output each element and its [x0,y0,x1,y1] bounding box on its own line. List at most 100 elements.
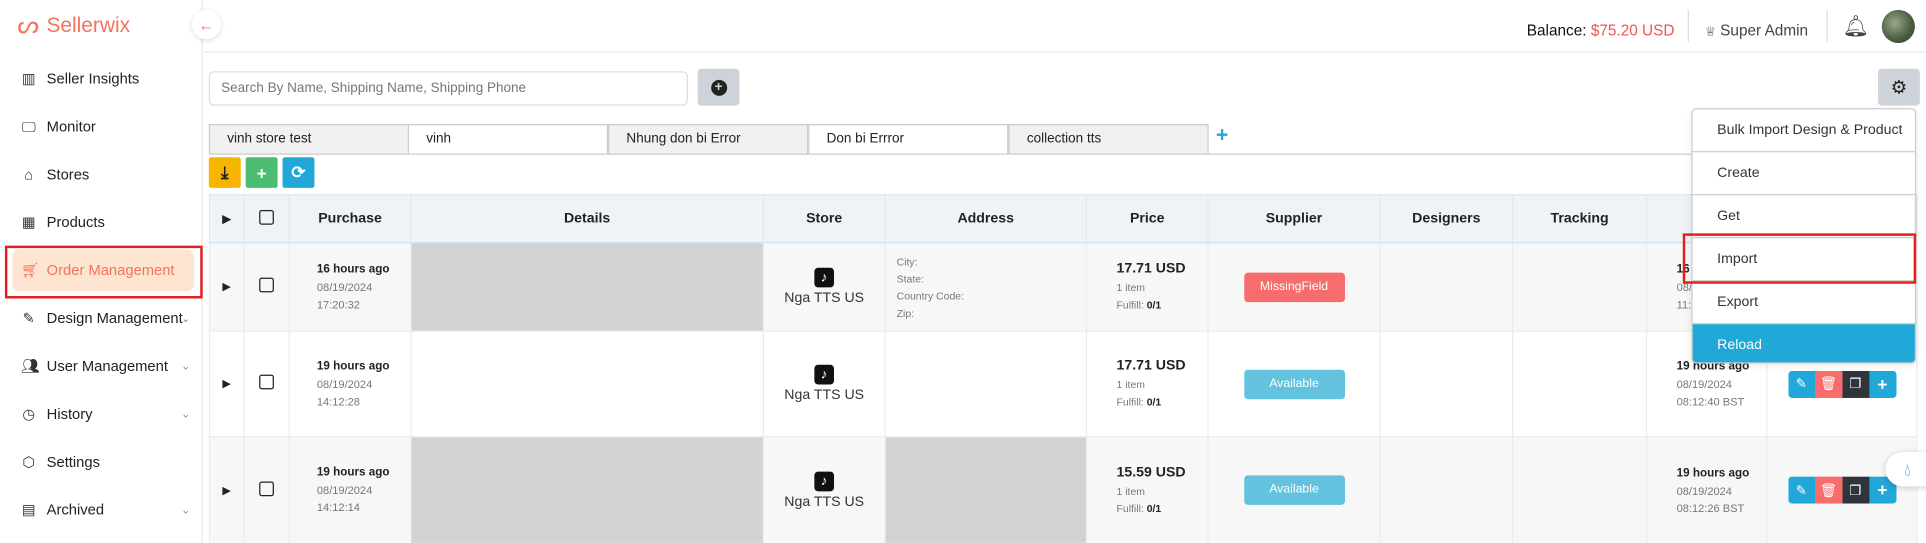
caret-right-icon: ▶ [222,483,231,496]
users-icon: 👥︎ [20,357,40,375]
role-menu[interactable]: ♕ Super Admin [1705,22,1808,39]
add-tab-button[interactable]: + [1216,123,1228,148]
column-header: Address [884,194,1088,244]
designers-cell [1379,330,1514,438]
column-header: Store [762,194,886,244]
price-cell: 15.59 USD 1 item Fulfill: 0/1 [1085,436,1209,543]
tab-0[interactable]: vinh store test [208,124,410,154]
address-cell [884,330,1088,438]
row-checkbox[interactable] [243,330,290,438]
caret-right-icon: ▶ [222,280,231,293]
details-cell [410,436,765,543]
plus-circle-icon: + [710,79,727,96]
column-header: Details [410,194,765,244]
grid-icon: ▦ [21,213,36,231]
droplet-icon: 💧︎ [1904,458,1911,479]
settings-icon: ⬡ [22,453,36,471]
bar-chart-icon: ▥ [21,70,36,88]
column-header: Supplier [1207,194,1381,244]
add-order-button[interactable]: + [245,157,278,188]
stores-icon: ⌂ [24,165,34,184]
sidebar-item-design-management[interactable]: ✎ Design Management ⌄ [0,297,203,339]
duplicate-button[interactable]: ❐ [1841,476,1869,504]
details-cell [410,330,765,438]
created-cell: 19 hours ago 08/19/2024 08:12:26 BST [1645,436,1768,543]
duplicate-button[interactable]: ❐ [1841,370,1869,398]
details-cell [410,241,765,332]
expand-row-button[interactable]: ▶ [208,436,245,543]
divider [1687,9,1689,42]
expand-row-button[interactable]: ▶ [208,330,245,438]
edit-button[interactable]: ✎ [1787,370,1815,398]
supplier-cell: Available [1207,330,1381,438]
menu-item-bulk[interactable]: Bulk Import Design & Product [1692,109,1915,153]
droplet-float-button[interactable]: 💧︎ [1885,452,1926,487]
designers-cell [1379,241,1514,332]
gear-icon: ⚙ [1890,77,1908,99]
sidebar-item-order-management[interactable]: 🛒︎ Order Management [12,249,195,292]
sidebar-item-user-management[interactable]: 👥︎ User Management ⌄ [0,345,203,387]
tab-3[interactable]: Don bi Errror [808,124,1009,154]
table-row: ▶ 19 hours ago 08/19/2024 14:12:28 ♪ Nga TT… [208,330,1918,438]
sidebar-item-products[interactable]: ▦ Products [0,201,203,243]
menu-item-import[interactable]: Import [1692,238,1915,282]
gear-button[interactable]: ⚙ [1878,68,1920,106]
download-icon: ⤓ [220,162,229,182]
column-header: Tracking [1512,194,1648,244]
expand-all[interactable]: ▶ [208,194,245,244]
store-cell: ♪ Nga TTS US [762,241,886,332]
supplier-cell: MissingField [1207,241,1381,332]
delete-button[interactable]: 🗑︎ [1814,370,1842,398]
tracking-cell [1512,436,1648,543]
sidebar-item-seller-insights[interactable]: ▥ Seller Insights [0,58,203,100]
supplier-status-badge[interactable]: Available [1243,475,1345,505]
supplier-status-badge[interactable]: MissingField [1243,272,1345,302]
add-button[interactable]: + [1868,370,1896,398]
refresh-button[interactable]: ⟳ [282,157,315,188]
add-filter-button[interactable]: + [697,68,740,106]
logo[interactable]: ᔕ Sellerwix [17,10,130,41]
row-checkbox[interactable] [243,241,290,332]
store-cell: ♪ Nga TTS US [762,330,886,438]
menu-item-export[interactable]: Export [1692,281,1915,325]
menu-item-get[interactable]: Get [1692,195,1915,239]
column-header: Purchase [288,194,412,244]
settings-dropdown: Bulk Import Design & Product Create Get Imp… [1691,108,1917,364]
tracking-cell [1512,241,1648,332]
collapse-sidebar-button[interactable]: ← [191,9,222,40]
avatar[interactable] [1881,9,1915,43]
sidebar-item-history[interactable]: ◷ History ⌄ [0,393,203,435]
chevron-down-icon: ⌄ [181,311,191,324]
cart-icon: 🛒︎ [20,261,40,279]
sidebar-item-archived[interactable]: ▤ Archived ⌄ [0,489,203,531]
row-checkbox[interactable] [243,436,290,543]
tiktok-icon: ♪ [814,364,835,385]
edit-button[interactable]: ✎ [1787,476,1815,504]
actions-cell: ✎ 🗑︎ ❐ + [1766,436,1918,543]
purchase-cell: 19 hours ago 08/19/2024 14:12:28 [288,330,412,438]
address-cell [884,436,1088,543]
table-row: ▶ 19 hours ago 08/19/2024 14:12:14 ♪ Nga TT… [208,436,1918,543]
search-input[interactable]: Search By Name, Shipping Name, Shipping … [208,71,688,106]
delete-button[interactable]: 🗑︎ [1814,476,1842,504]
column-header: Price [1085,194,1209,244]
price-cell: 17.71 USD 1 item Fulfill: 0/1 [1085,241,1209,332]
sidebar-item-settings[interactable]: ⬡ Settings [0,441,203,483]
purchase-cell: 16 hours ago 08/19/2024 17:20:32 [288,241,412,332]
balance: Balance: $75.20 USD [1526,22,1675,40]
expand-row-button[interactable]: ▶ [208,241,245,332]
menu-item-create[interactable]: Create [1692,152,1915,196]
supplier-status-badge[interactable]: Available [1243,369,1345,399]
bell-icon[interactable]: 🔔︎ [1842,15,1869,40]
tab-1[interactable]: vinh [407,124,609,154]
menu-item-reload[interactable]: Reload [1692,324,1915,363]
download-button[interactable]: ⤓ [208,157,241,188]
chevron-down-icon: ⌄ [181,502,191,516]
tab-4[interactable]: collection tts [1008,124,1209,154]
sidebar-item-stores[interactable]: ⌂ Stores [0,154,203,196]
designers-cell [1379,436,1514,543]
tab-2[interactable]: Nhung don bi Error [608,124,809,154]
select-all-checkbox[interactable] [243,194,290,244]
sidebar-item-monitor[interactable]: 🖵 Monitor [0,106,203,148]
monitor-icon: 🖵 [21,117,36,135]
